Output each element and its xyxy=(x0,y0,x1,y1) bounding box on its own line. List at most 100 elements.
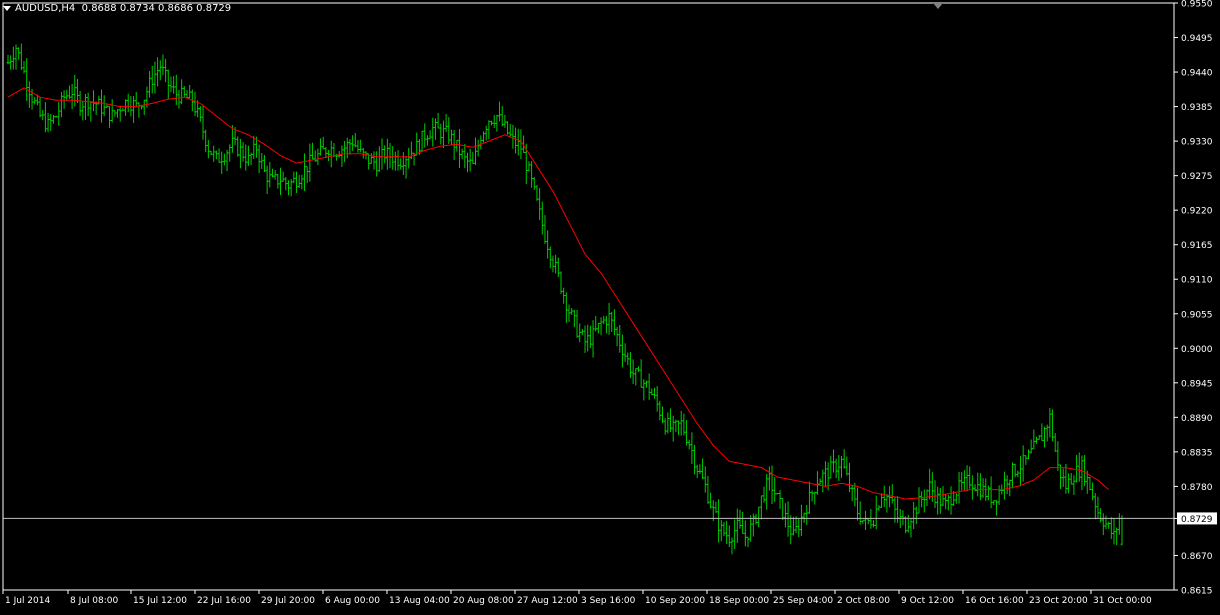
x-tick-label: 8 Jul 08:00 xyxy=(70,596,119,606)
ohlc-bar xyxy=(607,302,611,335)
ohlc-bar xyxy=(1107,521,1111,529)
x-tick-label: 10 Sep 20:00 xyxy=(645,596,705,606)
ohlc-bar xyxy=(457,128,461,169)
ohlc-bar xyxy=(583,325,587,353)
chart-window[interactable]: AUDUSD,H4 0.8688 0.8734 0.8686 0.8729 0.… xyxy=(0,0,1220,611)
ohlc-bar xyxy=(698,464,702,475)
ohlc-bar xyxy=(81,101,85,121)
ohlc-bar xyxy=(548,246,552,269)
chart-shift-icon[interactable] xyxy=(933,3,943,9)
ohlc-bar xyxy=(1093,493,1097,520)
ohlc-bar xyxy=(73,74,77,107)
ohlc-bar xyxy=(679,410,683,436)
ohlc-bar xyxy=(367,153,371,170)
x-tick-label: 6 Aug 00:00 xyxy=(325,596,380,606)
x-tick-label: 23 Oct 20:00 xyxy=(1029,596,1088,606)
ohlc-bar xyxy=(174,74,178,105)
ohlc-bar xyxy=(735,508,739,543)
ohlc-bar xyxy=(1061,468,1065,487)
ohlc-bar xyxy=(38,97,42,118)
ohlc-bar xyxy=(994,500,998,516)
ohlc-bar xyxy=(874,495,878,530)
x-tick-label: 1 Jul 2014 xyxy=(5,596,50,606)
y-tick-label: 0.9495 xyxy=(1181,34,1213,44)
ohlc-bar xyxy=(856,487,860,521)
x-tick-label: 2 Oct 08:00 xyxy=(837,596,890,606)
ohlc-bar xyxy=(1043,426,1047,448)
ohlc-bar xyxy=(1016,470,1020,478)
ohlc-bar xyxy=(829,455,833,479)
ohlc-bar xyxy=(866,517,870,525)
ohlc-bar xyxy=(917,487,921,514)
ohlc-bar xyxy=(677,420,681,436)
ohlc-bar xyxy=(482,131,486,143)
ohlc-bar xyxy=(332,143,336,158)
ohlc-bar xyxy=(166,69,170,99)
ohlc-bar xyxy=(503,114,507,128)
price-chart[interactable]: 0.9550 0.9495 0.9440 0.9385 0.9330 0.9275 0.92… xyxy=(0,0,1220,611)
ohlc-bar xyxy=(460,148,464,160)
ohlc-bar xyxy=(1104,515,1108,530)
ohlc-bar xyxy=(185,90,189,99)
ohlc-bar xyxy=(628,352,632,378)
ohlc-bar xyxy=(506,121,510,135)
ohlc-bar xyxy=(158,60,162,81)
ohlc-bar xyxy=(308,143,312,182)
ohlc-bar xyxy=(388,143,392,169)
ohlc-bar xyxy=(949,486,953,515)
ohlc-bar xyxy=(449,129,453,146)
ohlc-bar xyxy=(1010,462,1014,489)
ohlc-bar xyxy=(49,113,53,132)
ohlc-bar xyxy=(511,124,515,149)
ohlc-bar xyxy=(476,139,480,157)
ohlc-bar xyxy=(661,406,665,424)
y-tick-label: 0.9055 xyxy=(1181,310,1213,320)
ohlc-bar xyxy=(1115,527,1119,546)
x-tick-label: 18 Sep 00:00 xyxy=(709,596,769,606)
ohlc-bar xyxy=(300,174,304,190)
ohlc-bar xyxy=(1059,464,1063,490)
ohlc-bar xyxy=(262,155,266,172)
ohlc-bar xyxy=(775,492,779,495)
ohlc-bar xyxy=(324,147,328,158)
ohlc-bar xyxy=(837,454,841,481)
ohlc-bar xyxy=(110,99,114,123)
ohlc-bar xyxy=(471,151,475,164)
ohlc-bar xyxy=(666,412,670,434)
ohlc-bar xyxy=(642,379,646,401)
ohlc-bar xyxy=(401,152,405,175)
ohlc-bar xyxy=(591,320,595,358)
ohlc-bar xyxy=(495,114,499,132)
ohlc-bar xyxy=(767,466,771,491)
ohlc-bar xyxy=(193,91,197,117)
ohlc-bar xyxy=(500,106,504,127)
dropdown-triangle-icon[interactable] xyxy=(3,5,11,11)
ohlc-bar xyxy=(383,145,387,164)
ohlc-bar xyxy=(719,520,723,542)
ohlc-bar xyxy=(602,315,606,325)
ohlc-bar xyxy=(59,91,63,118)
ohlc-bar xyxy=(62,90,66,109)
ohlc-bar xyxy=(791,516,795,536)
ohlc-bar xyxy=(1077,452,1081,482)
ohlc-bar xyxy=(682,413,686,436)
ohlc-bar xyxy=(257,144,261,174)
ohlc-bar xyxy=(1091,482,1095,501)
ohlc-bar xyxy=(986,485,990,501)
ohlc-bar xyxy=(941,486,945,507)
ohlc-bar xyxy=(928,468,932,500)
ohlc-bar xyxy=(305,166,309,184)
ohlc-bar xyxy=(137,102,141,118)
ohlc-bar xyxy=(1083,455,1087,486)
ohlc-bar xyxy=(1080,455,1084,491)
ohlc-bar xyxy=(252,135,256,160)
ohlc-bar xyxy=(647,373,651,400)
ohlc-bar xyxy=(1064,463,1068,494)
ohlc-bar xyxy=(126,93,130,113)
ohlc-bar xyxy=(594,315,598,332)
ohlc-bar xyxy=(487,120,491,140)
ohlc-bar xyxy=(759,495,763,520)
ohlc-bar xyxy=(393,151,397,171)
ohlc-bar xyxy=(436,112,440,129)
ohlc-bar xyxy=(465,152,469,173)
